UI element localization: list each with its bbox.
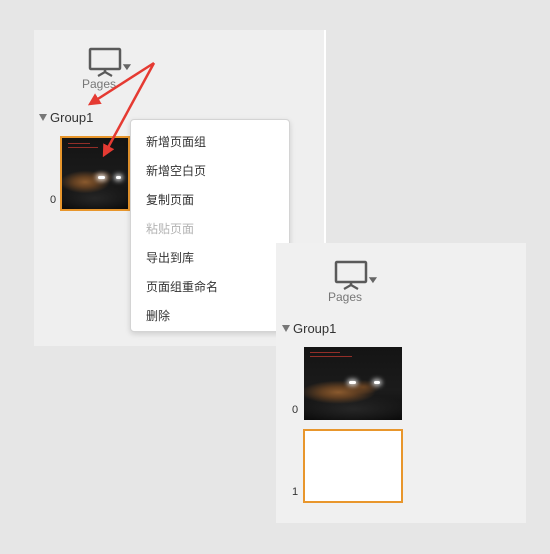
car-image: [304, 347, 402, 420]
group-row[interactable]: Group1: [282, 321, 336, 336]
presentation-screen-icon: [88, 47, 122, 77]
triangle-down-icon: [282, 325, 290, 332]
triangle-down-icon: [39, 114, 47, 121]
page-index: 0: [50, 194, 57, 206]
group-label: Group1: [50, 110, 94, 125]
pages-menu-button[interactable]: ▼ Pages: [74, 42, 134, 98]
group-row[interactable]: Group1: [39, 110, 93, 125]
page-thumbnail[interactable]: [304, 347, 402, 420]
menu-item-delete[interactable]: 删除: [146, 307, 170, 324]
context-menu: 新增页面组 新增空白页 复制页面 粘贴页面 导出到库 页面组重命名 删除: [130, 119, 290, 332]
page-index: 0: [292, 404, 299, 416]
car-image: [62, 138, 128, 209]
pages-label: Pages: [327, 290, 363, 304]
pages-menu-button[interactable]: ▼ Pages: [320, 255, 380, 311]
pages-panel-after: ▼ Pages Group1 0 1: [276, 243, 526, 523]
menu-item-paste-page: 粘贴页面: [146, 222, 195, 236]
pages-label: Pages: [81, 77, 117, 91]
menu-item-add-page-group[interactable]: 新增页面组: [146, 133, 206, 150]
page-thumbnail-blank[interactable]: [303, 429, 403, 503]
menu-item-copy-page[interactable]: 复制页面: [146, 191, 194, 208]
page-index: 1: [292, 486, 299, 498]
menu-item-rename-page-group[interactable]: 页面组重命名: [146, 278, 218, 295]
group-label: Group1: [293, 321, 337, 336]
page-thumbnail[interactable]: [60, 136, 130, 211]
caret-down-icon: ▼: [120, 62, 134, 73]
menu-item-export-to-library[interactable]: 导出到库: [146, 249, 194, 266]
caret-down-icon: ▼: [366, 275, 380, 286]
menu-item-add-blank-page[interactable]: 新增空白页: [146, 162, 206, 179]
presentation-screen-icon: [334, 260, 368, 290]
